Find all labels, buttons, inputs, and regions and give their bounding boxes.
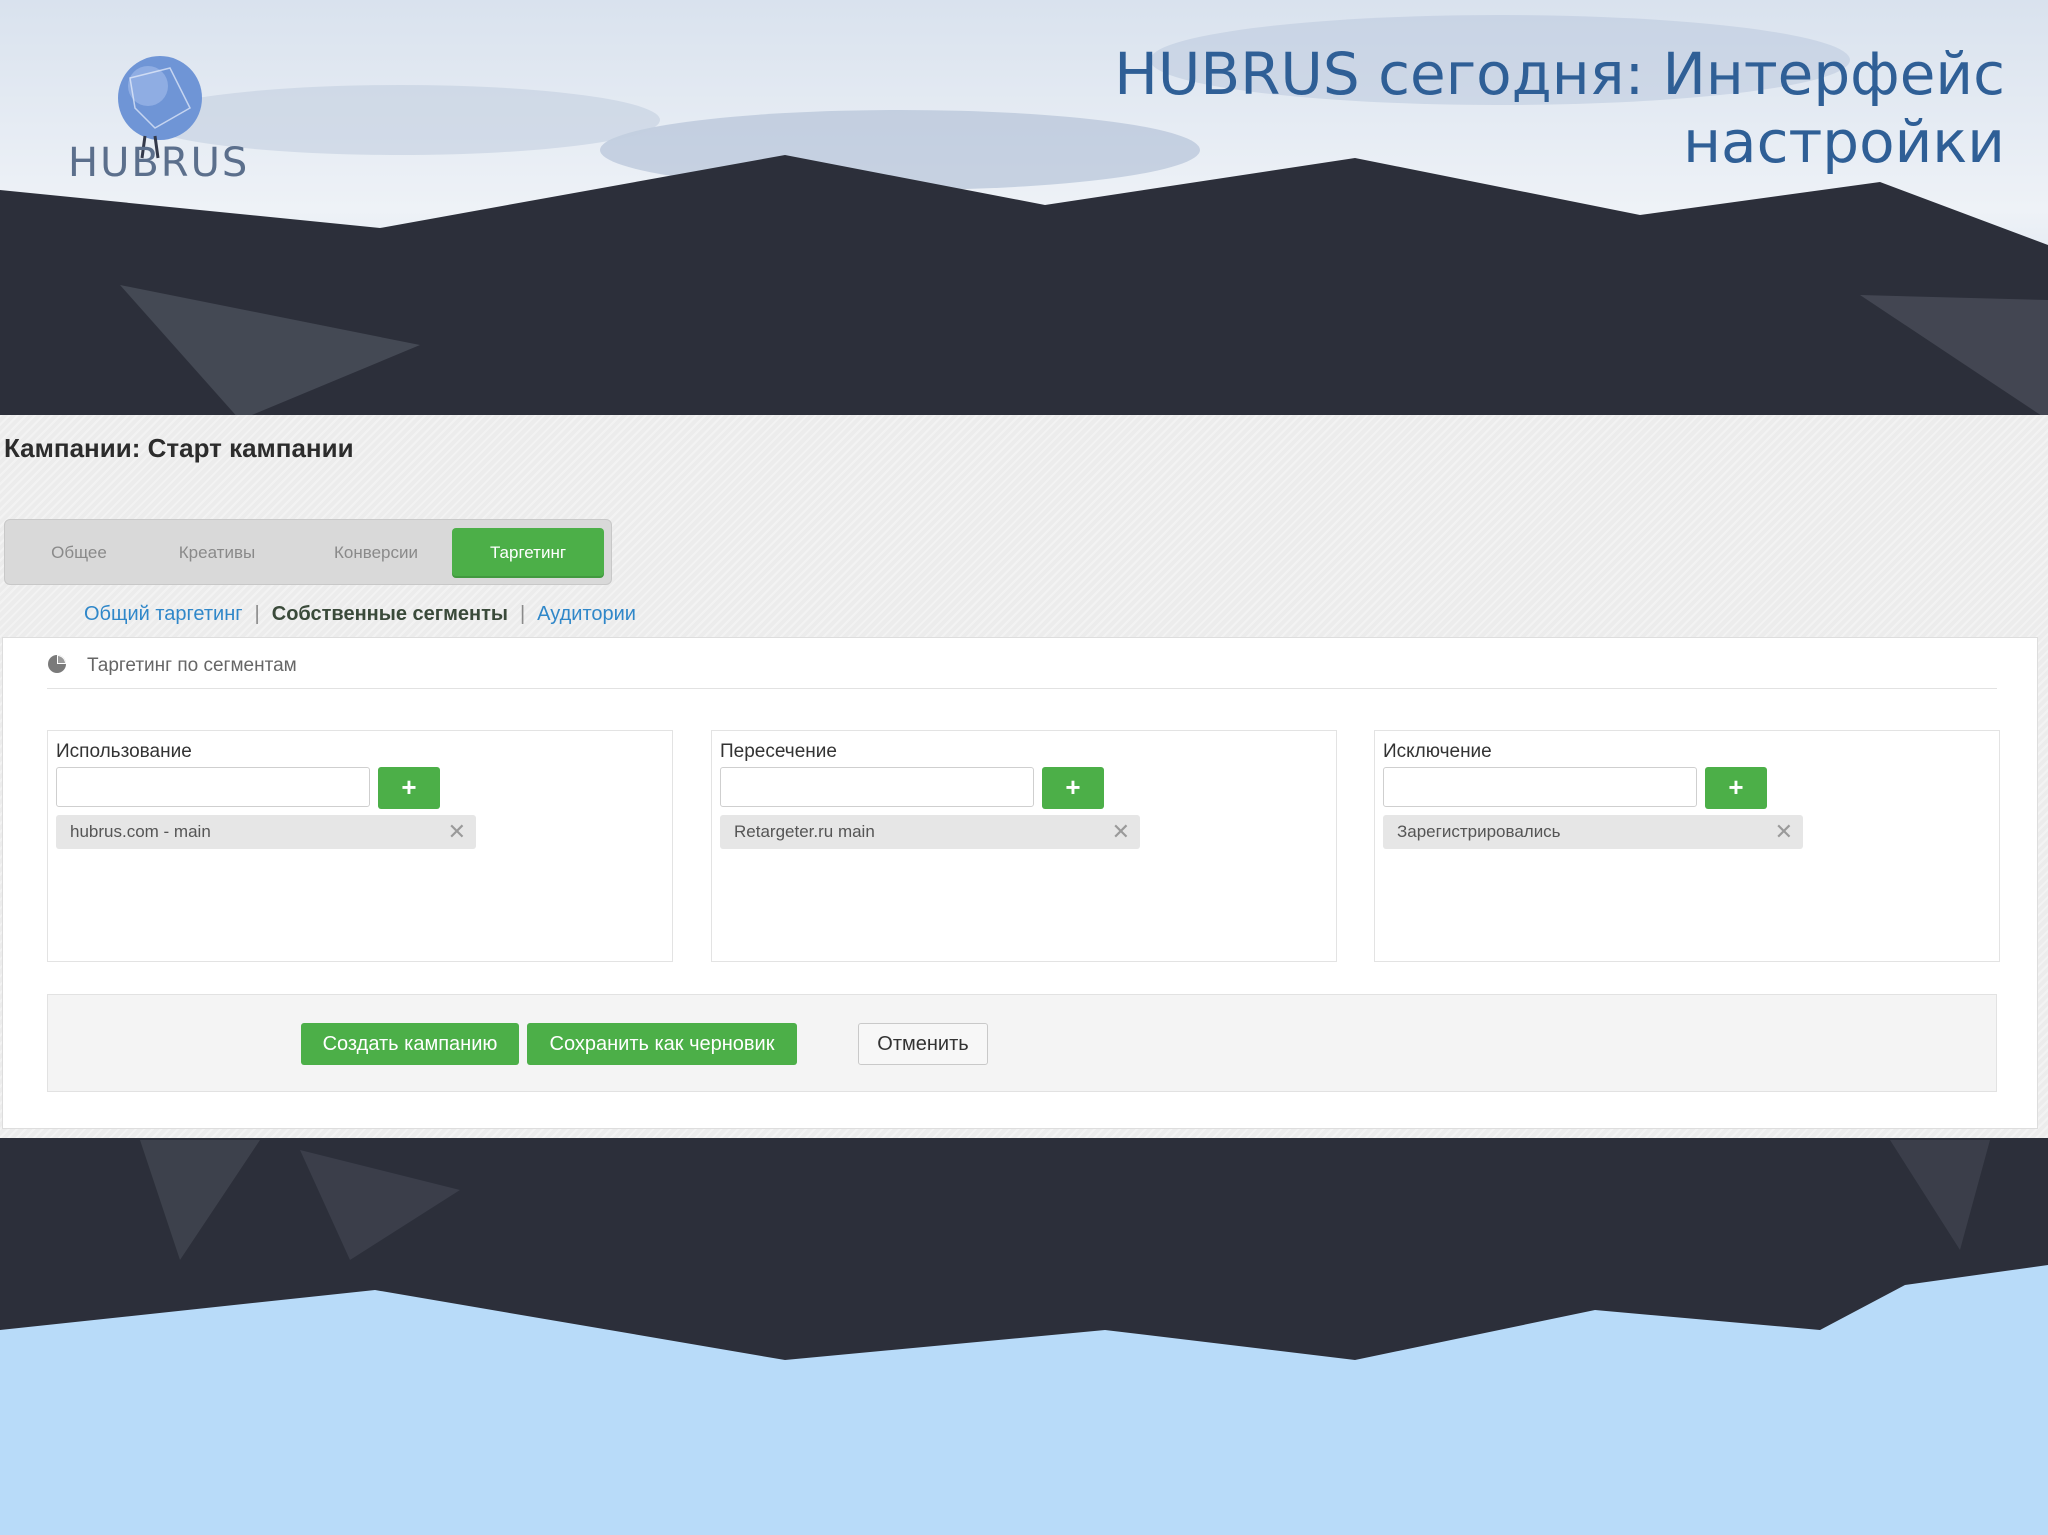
- segment-search-input[interactable]: [720, 767, 1034, 807]
- segment-search-input[interactable]: [1383, 767, 1697, 807]
- column-label: Исключение: [1383, 741, 1492, 762]
- segment-chip-label: Retargeter.ru main: [734, 822, 875, 841]
- pie-chart-icon: [48, 655, 66, 673]
- segment-column-exclusion: Исключение + Зарегистрировались ✕: [1374, 730, 2000, 962]
- remove-segment-icon[interactable]: ✕: [448, 819, 466, 845]
- panel-divider: [47, 688, 1997, 689]
- column-label: Использование: [56, 741, 192, 762]
- segment-chip-label: hubrus.com - main: [70, 822, 211, 841]
- segment-column-usage: Использование + hubrus.com - main ✕: [47, 730, 673, 962]
- add-segment-button[interactable]: +: [1042, 767, 1104, 809]
- segment-column-intersection: Пересечение + Retargeter.ru main ✕: [711, 730, 1337, 962]
- tab-conversions[interactable]: Конверсии: [301, 528, 451, 578]
- remove-segment-icon[interactable]: ✕: [1775, 819, 1793, 845]
- remove-segment-icon[interactable]: ✕: [1112, 819, 1130, 845]
- segment-chip-label: Зарегистрировались: [1397, 822, 1561, 841]
- cancel-button[interactable]: Отменить: [858, 1023, 988, 1065]
- slide-title-line-2: настройки: [1683, 108, 2005, 176]
- save-draft-button[interactable]: Сохранить как черновик: [527, 1023, 797, 1065]
- add-segment-button[interactable]: +: [1705, 767, 1767, 809]
- slide-title: HUBRUS сегодня: Интерфейс настройки: [1005, 40, 2005, 176]
- tab-targeting[interactable]: Таргетинг: [452, 528, 604, 578]
- subnav-separator: |: [519, 603, 526, 625]
- subnav-audiences[interactable]: Аудитории: [537, 603, 636, 625]
- subnav-general-targeting[interactable]: Общий таргетинг: [84, 603, 243, 625]
- column-label: Пересечение: [720, 741, 837, 762]
- panel-heading-text: Таргетинг по сегментам: [87, 655, 297, 676]
- targeting-subnav: Общий таргетинг | Собственные сегменты | Ауд…: [84, 603, 636, 626]
- segment-chip: Зарегистрировались ✕: [1383, 815, 1803, 849]
- tab-general[interactable]: Общее: [19, 528, 139, 578]
- segment-chip: Retargeter.ru main ✕: [720, 815, 1140, 849]
- subnav-own-segments[interactable]: Собственные сегменты: [272, 603, 508, 625]
- logo-text: HUBRUS: [68, 140, 250, 186]
- page-title: Кампании: Старт кампании: [4, 433, 354, 463]
- panel-heading: Таргетинг по сегментам: [47, 654, 297, 677]
- tab-creatives[interactable]: Креативы: [147, 528, 287, 578]
- subnav-separator: |: [254, 603, 260, 625]
- campaign-app-window: Кампании: Старт кампании Общее Креативы …: [0, 415, 2048, 1138]
- segment-chip: hubrus.com - main ✕: [56, 815, 476, 849]
- form-actions: Создать кампанию Сохранить как черновик …: [47, 994, 1997, 1092]
- segment-search-input[interactable]: [56, 767, 370, 807]
- add-segment-button[interactable]: +: [378, 767, 440, 809]
- segment-targeting-panel: Таргетинг по сегментам Использование + h…: [2, 637, 2038, 1129]
- slide-title-line-1: HUBRUS сегодня: Интерфейс: [1114, 40, 2005, 108]
- campaign-tabs: Общее Креативы Конверсии Таргетинг: [4, 519, 612, 585]
- create-campaign-button[interactable]: Создать кампанию: [301, 1023, 519, 1065]
